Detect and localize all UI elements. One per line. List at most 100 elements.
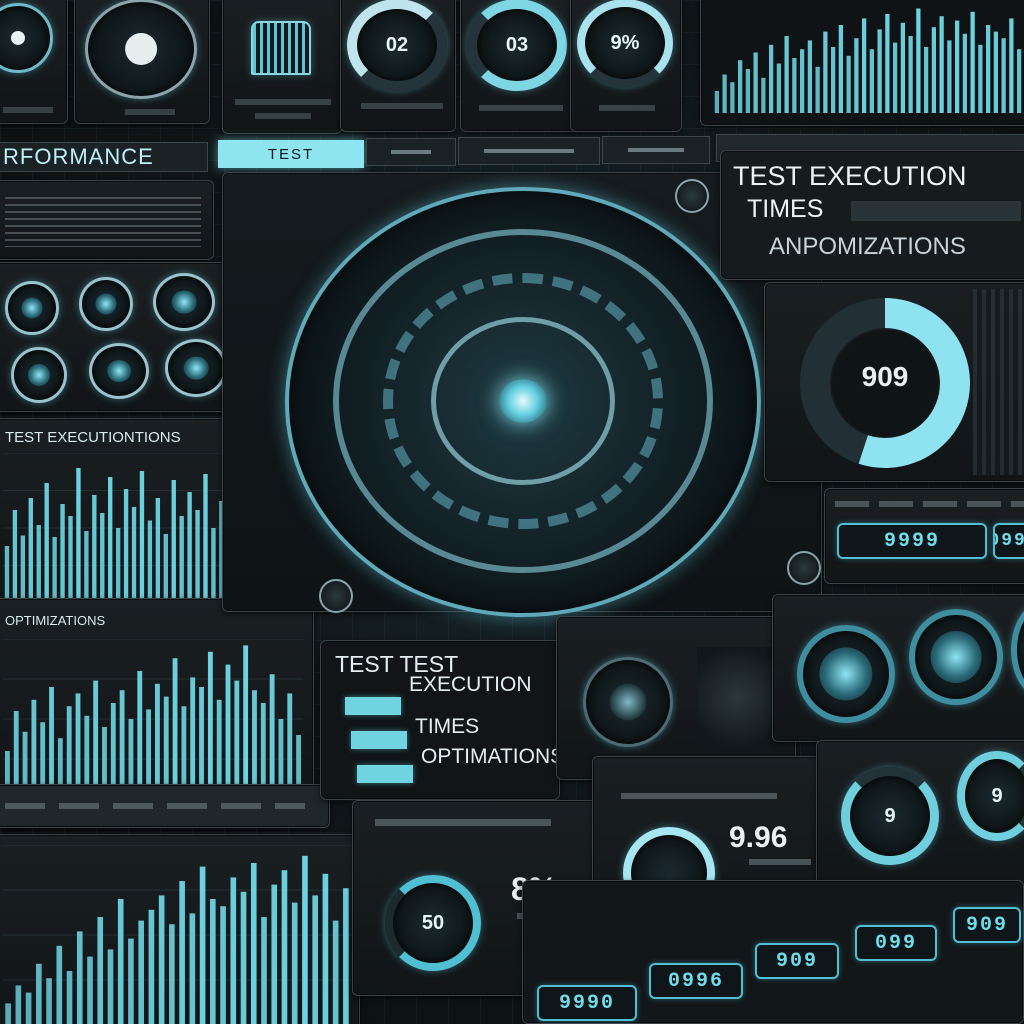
waveform-bar <box>799 49 805 113</box>
waveform-bar <box>939 16 944 113</box>
top-dial-4[interactable]: 02 <box>347 0 447 91</box>
opt-chart-bar <box>269 674 275 799</box>
stat-2-header <box>621 793 777 799</box>
legend-swatch-3 <box>357 765 413 783</box>
top-dial-1[interactable] <box>0 3 53 73</box>
exec-chart-bar <box>179 516 184 603</box>
waveform-bar <box>954 20 960 113</box>
counter-right-1: 9999 <box>837 523 987 559</box>
waveform-bar <box>714 91 720 113</box>
top-panel-2 <box>74 0 210 124</box>
opt-chart-bar <box>172 658 178 799</box>
opt-chart-bar <box>190 677 196 799</box>
top-panel-1 <box>0 0 68 124</box>
control-knob-6[interactable] <box>165 339 227 397</box>
waveform-bar <box>985 25 991 113</box>
hero-bottom-right-button[interactable] <box>787 551 821 585</box>
legend-panel: TEST TEST EXECUTION TIMES OPTIMATIONS <box>320 640 564 800</box>
tab-5[interactable] <box>602 136 710 164</box>
bottom-chart-bar <box>291 902 298 1024</box>
eye-gauge-2-icon <box>930 630 982 684</box>
waveform-bar <box>807 40 813 113</box>
knob-1-icon <box>21 297 43 319</box>
exec-chart-bar <box>195 510 200 603</box>
bottom-bar-chart <box>3 845 351 1024</box>
title-line-1: TEST EXECUTION <box>733 161 967 191</box>
waveform-bar <box>962 33 968 113</box>
stat-dial-1[interactable]: 50 <box>385 875 481 971</box>
dial-core-icon <box>10 30 26 46</box>
bottom-chart-bar <box>332 920 339 1024</box>
lens-core-icon <box>609 683 647 721</box>
server-rack-icon <box>251 21 311 75</box>
waveform-bar <box>877 29 882 113</box>
tab-5-glyph <box>628 148 684 152</box>
tab-4[interactable] <box>458 137 600 165</box>
control-knob-5[interactable] <box>89 343 149 399</box>
title-blur-block <box>851 201 1021 221</box>
tab-test[interactable]: TEST <box>218 140 364 168</box>
bottom-chart-bar <box>148 909 155 1024</box>
stat-value-2: 9.96 <box>729 821 788 854</box>
eye-gauge-1[interactable] <box>797 625 895 723</box>
top-dial-6[interactable]: 9% <box>577 0 673 87</box>
stat-2-caption <box>749 859 811 865</box>
exec-chart-bar <box>211 528 216 603</box>
knob-3-icon <box>171 290 197 314</box>
top-label-1 <box>3 107 53 113</box>
top-dial-4-value: 02 <box>385 33 409 56</box>
eye-gauge-3[interactable] <box>1011 603 1024 697</box>
gauge-lower-1-value: 9 <box>884 804 896 827</box>
top-dial-2[interactable] <box>85 0 197 99</box>
waveform-bar <box>978 44 983 113</box>
gauge-lower-2[interactable]: 9 <box>957 751 1024 841</box>
top-label-6 <box>599 105 655 111</box>
exec-chart-bar <box>171 480 176 603</box>
gauge-lower-2-value: 9 <box>991 784 1003 807</box>
waveform-chart <box>714 8 1022 113</box>
lens-icon[interactable] <box>583 657 673 747</box>
knob-6-icon <box>183 356 209 380</box>
eye-gauge-2[interactable] <box>909 609 1003 705</box>
exec-chart-bar <box>108 477 113 603</box>
bottom-chart-bar <box>76 931 83 1024</box>
counter-panel-right: 9999 0999 <box>824 488 1024 584</box>
exec-chart-bar <box>76 468 81 603</box>
hero-top-button[interactable] <box>675 179 709 213</box>
top-dial-6-value: 9% <box>610 31 640 54</box>
bottom-left-chart-panel <box>0 834 360 1024</box>
exec-chart-bar <box>187 492 192 603</box>
tab-3[interactable] <box>366 138 456 166</box>
waveform-bar <box>861 18 867 113</box>
legend-swatch-1 <box>345 697 401 715</box>
exec-chart-bar <box>68 516 73 603</box>
exec-chart-bar <box>52 537 57 603</box>
top-panel-4: 02 <box>340 0 456 132</box>
exec-chart-bar <box>203 474 208 603</box>
control-knob-1[interactable] <box>5 281 59 335</box>
bottom-chart-bar <box>199 866 206 1024</box>
control-knob-3[interactable] <box>153 273 215 331</box>
bottom-chart-bar <box>138 920 144 1024</box>
stat-dial-1-value: 50 <box>421 911 445 934</box>
waveform-bar <box>1009 18 1014 113</box>
waveform-bar <box>838 25 844 113</box>
waveform-bar <box>1001 38 1006 113</box>
gauge-lower-1[interactable]: 9 <box>841 767 939 865</box>
exec-chart-bar <box>115 528 121 603</box>
hero-core-icon[interactable] <box>499 379 547 423</box>
waveform-bar <box>776 63 782 113</box>
hero-bottom-left-button[interactable] <box>319 579 353 613</box>
exec-chart-bar <box>36 525 41 603</box>
bottom-chart-bar <box>46 978 52 1024</box>
opt-chart-bar <box>243 645 249 799</box>
top-dial-5[interactable]: 03 <box>467 0 567 91</box>
control-knob-4[interactable] <box>11 347 67 403</box>
exec-chart-bar <box>28 498 33 603</box>
tab-performance[interactable]: RFORMANCE <box>0 142 208 172</box>
opt-chart-bar <box>199 687 204 799</box>
title-line-3: ANPOMIZATIONS <box>769 233 966 260</box>
control-knob-2[interactable] <box>79 277 133 331</box>
dashboard-stage: 02 03 9% RFORMANCE TEST TEST EXECUTIONTI… <box>0 0 1024 1024</box>
bottom-chart-bar <box>322 873 329 1024</box>
